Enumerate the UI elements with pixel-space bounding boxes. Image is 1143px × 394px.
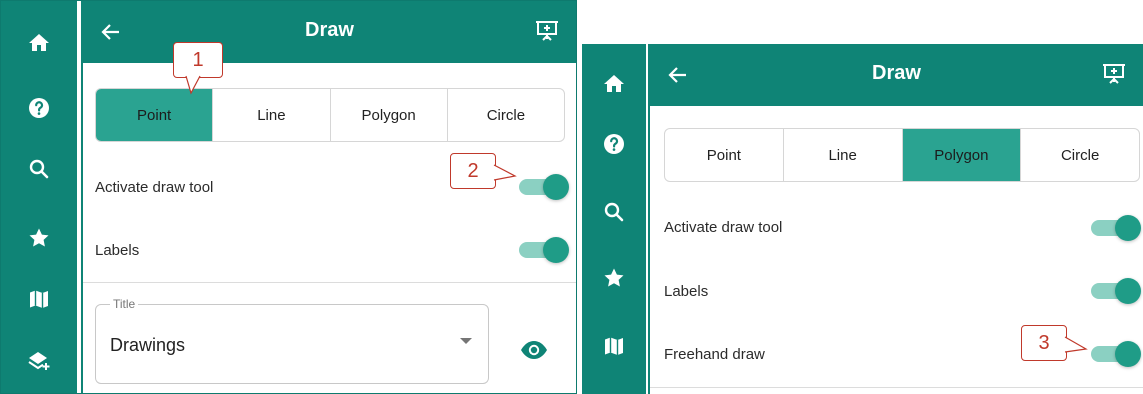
help-icon[interactable] (582, 124, 646, 164)
side-rail (1, 1, 77, 393)
header-bar: Draw (83, 1, 576, 63)
tab-point[interactable]: Point (96, 89, 213, 141)
toggle-knob (1115, 278, 1141, 304)
home-icon[interactable] (582, 64, 646, 104)
tab-polygon[interactable]: Polygon (329, 89, 447, 141)
page-title: Draw (872, 62, 921, 84)
title-select-value: Drawings (110, 335, 186, 355)
activate-draw-label: Activate draw tool (664, 219, 783, 236)
header-bar: Draw (650, 44, 1143, 106)
search-icon[interactable] (582, 192, 646, 232)
freehand-draw-toggle[interactable] (1091, 340, 1141, 368)
labels-toggle[interactable] (1091, 277, 1141, 305)
map-icon[interactable] (582, 326, 646, 366)
presentation-icon[interactable] (1101, 61, 1127, 87)
divider (650, 387, 1143, 388)
activate-draw-toggle[interactable] (519, 173, 569, 201)
callout-number: 1 (192, 49, 204, 71)
activate-draw-toggle[interactable] (1091, 214, 1141, 242)
tab-polygon[interactable]: Polygon (901, 129, 1021, 181)
callout-number: 2 (467, 160, 479, 182)
callout-number: 3 (1038, 332, 1050, 354)
layers-add-icon[interactable] (1, 341, 77, 381)
star-icon[interactable] (1, 218, 77, 258)
callout-1: 1 (173, 42, 223, 95)
labels-label: Labels (664, 283, 709, 300)
side-rail (582, 44, 646, 394)
title-select[interactable]: Title Drawings (95, 297, 489, 384)
toggle-knob (1115, 341, 1141, 367)
divider (83, 282, 576, 283)
tab-line[interactable]: Line (782, 129, 902, 181)
help-icon[interactable] (1, 88, 77, 128)
title-select-legend: Title (110, 297, 139, 311)
draw-panel-point: Draw Point Line Polygon Circle Activate … (0, 0, 577, 394)
dropdown-caret-icon (460, 338, 472, 344)
star-icon[interactable] (582, 258, 646, 298)
tab-point[interactable]: Point (665, 129, 783, 181)
eye-icon[interactable] (519, 338, 549, 362)
page-title: Draw (305, 19, 354, 41)
home-icon[interactable] (1, 23, 77, 63)
tab-circle[interactable]: Circle (446, 89, 564, 141)
callout-3: 3 (1021, 325, 1088, 361)
labels-toggle[interactable] (519, 236, 569, 264)
geometry-tabs: Point Line Polygon Circle (664, 128, 1140, 182)
presentation-icon[interactable] (534, 18, 560, 44)
callout-pointer (185, 75, 201, 95)
callout-2: 2 (450, 153, 517, 189)
search-icon[interactable] (1, 149, 77, 189)
tab-line[interactable]: Line (212, 89, 329, 141)
draw-content: Draw Point Line Polygon Circle Activate … (81, 1, 576, 393)
callout-pointer (493, 164, 517, 181)
callout-pointer (1064, 336, 1088, 353)
geometry-tabs: Point Line Polygon Circle (95, 88, 565, 142)
labels-label: Labels (95, 242, 140, 259)
toggle-knob (543, 237, 569, 263)
map-icon[interactable] (1, 279, 77, 319)
toggle-knob (543, 174, 569, 200)
activate-draw-label: Activate draw tool (95, 179, 214, 196)
toggle-knob (1115, 215, 1141, 241)
tab-circle[interactable]: Circle (1020, 129, 1139, 181)
freehand-draw-label: Freehand draw (664, 346, 765, 363)
